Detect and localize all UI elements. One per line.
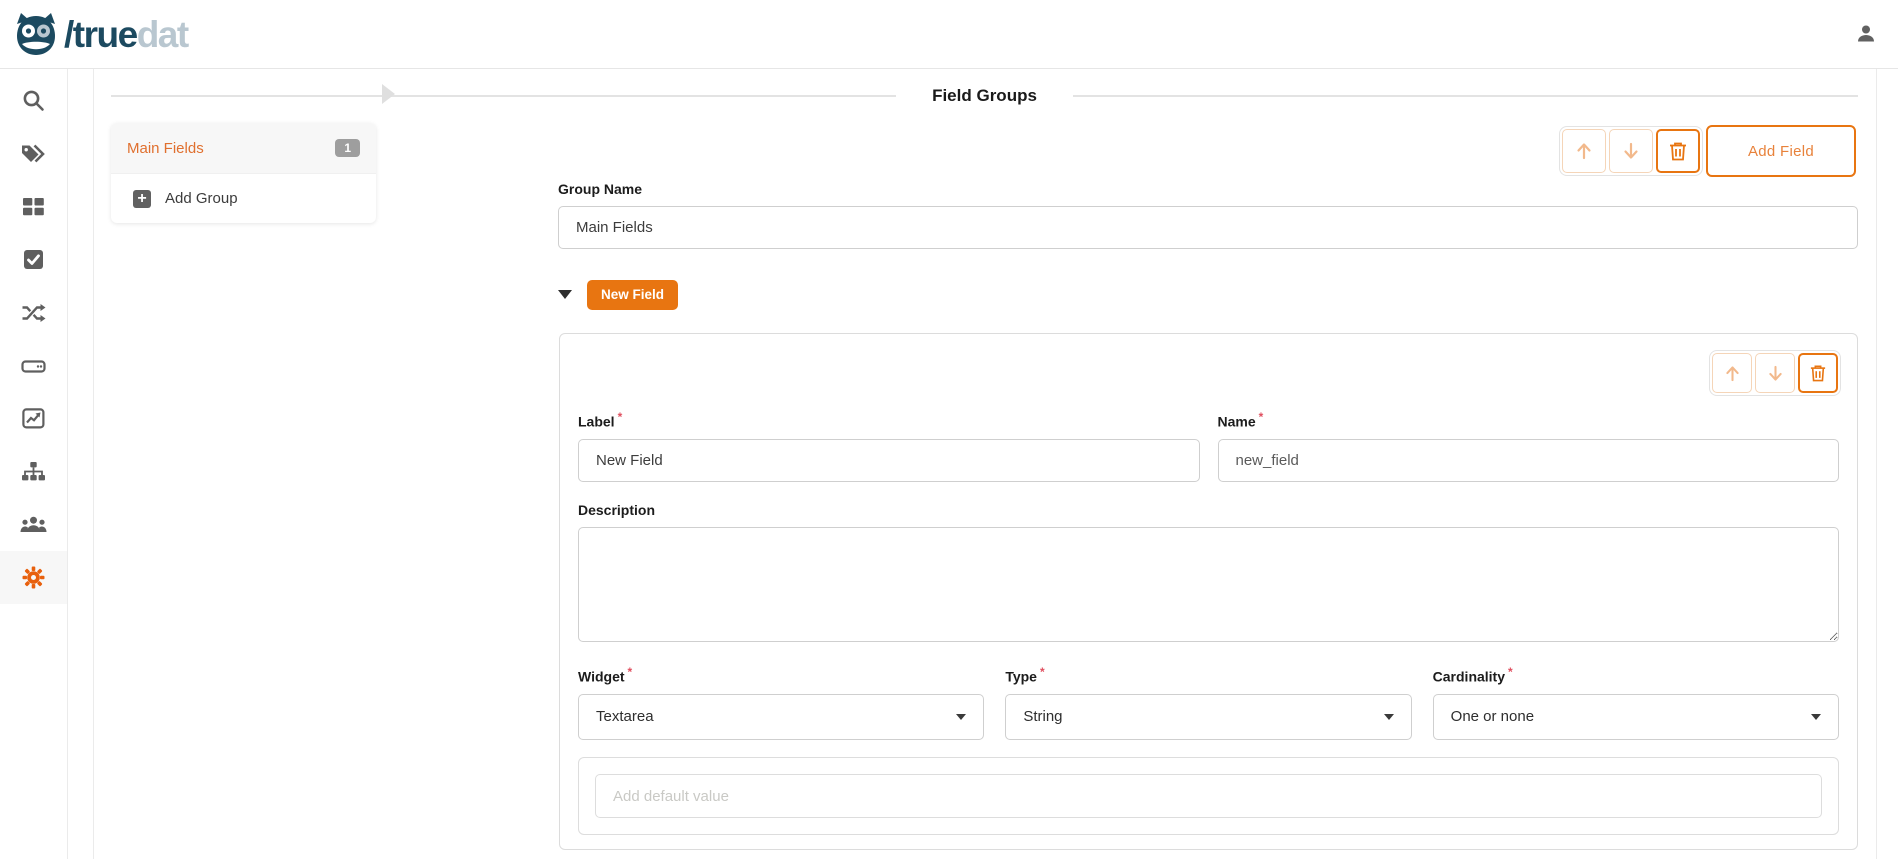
required-asterisk: *	[1508, 665, 1513, 679]
chevron-down-icon	[1384, 714, 1394, 720]
top-header: /truedat	[0, 0, 1898, 69]
group-name-input[interactable]	[558, 206, 1858, 249]
field-editor-card: Label* Name* Description Widget* Textare…	[559, 333, 1858, 850]
field-section-badge: New Field	[587, 280, 678, 310]
sidebar-item-taxonomy[interactable]	[0, 445, 67, 498]
sidebar-item-grid[interactable]	[0, 180, 67, 233]
field-name-block: Name*	[1218, 410, 1840, 482]
plus-square-icon: +	[133, 190, 151, 208]
page-title: Field Groups	[896, 86, 1073, 106]
move-field-up-button[interactable]	[1712, 353, 1752, 393]
type-block: Type* String	[1005, 665, 1411, 740]
drive-icon	[21, 357, 46, 375]
arrow-up-icon	[1576, 142, 1592, 160]
sidebar-item-rules[interactable]	[0, 233, 67, 286]
chevron-down-icon	[1811, 714, 1821, 720]
title-rule-right	[1073, 95, 1858, 97]
caret-down-icon[interactable]	[558, 290, 572, 299]
grid-icon	[22, 196, 45, 217]
default-value-group	[578, 757, 1839, 835]
field-name-input[interactable]	[1218, 439, 1840, 482]
add-group-label: Add Group	[165, 190, 238, 207]
owl-icon	[12, 11, 60, 57]
main-panel: Field Groups Main Fields 1 + Add Group	[93, 69, 1877, 859]
sidebar-item-lineage[interactable]	[0, 286, 67, 339]
widget-select[interactable]: Textarea	[578, 694, 984, 740]
sidebar-item-dashboards[interactable]	[0, 392, 67, 445]
sidebar-item-structures[interactable]	[0, 339, 67, 392]
description-block: Description	[578, 502, 1839, 647]
sidebar-item-search[interactable]	[0, 74, 67, 127]
label-name-row: Label* Name*	[578, 410, 1839, 482]
group-toolbar: Add Field	[1559, 125, 1856, 177]
widget-selected-value: Textarea	[596, 708, 654, 725]
move-field-down-button[interactable]	[1755, 353, 1795, 393]
type-selected-value: String	[1023, 708, 1062, 725]
group-name-field: Group Name	[558, 181, 1858, 249]
group-move-delete-buttons	[1559, 126, 1703, 176]
field-groups-list: Main Fields 1 + Add Group	[111, 123, 376, 223]
widget-label: Widget*	[578, 665, 984, 685]
default-value-input[interactable]	[595, 774, 1822, 818]
sidebar-item-settings[interactable]	[0, 551, 67, 604]
delete-group-button[interactable]	[1656, 129, 1700, 173]
page-title-row: Field Groups	[111, 86, 1858, 106]
label-field-label: Label*	[578, 410, 1200, 430]
field-toolbar	[1709, 350, 1841, 396]
group-item-label: Main Fields	[127, 140, 204, 157]
logo-wordmark: /truedat	[64, 16, 188, 53]
move-group-down-button[interactable]	[1609, 129, 1653, 173]
gear-icon	[22, 566, 45, 589]
arrow-down-icon	[1623, 142, 1639, 160]
required-asterisk: *	[628, 665, 633, 679]
trash-icon	[1810, 364, 1826, 382]
user-icon	[1856, 24, 1876, 44]
description-label: Description	[578, 502, 1839, 518]
widget-type-cardinality-row: Widget* Textarea Type* String Cardinalit…	[578, 665, 1839, 740]
field-label-block: Label*	[578, 410, 1200, 482]
group-list-item-main-fields[interactable]: Main Fields 1	[111, 123, 376, 173]
selected-group-chevron-icon	[382, 84, 395, 104]
cardinality-block: Cardinality* One or none	[1433, 665, 1839, 740]
required-asterisk: *	[1040, 665, 1045, 679]
move-group-up-button[interactable]	[1562, 129, 1606, 173]
name-field-label: Name*	[1218, 410, 1840, 430]
description-textarea[interactable]	[578, 527, 1839, 642]
cardinality-label: Cardinality*	[1433, 665, 1839, 685]
add-field-button[interactable]: Add Field	[1706, 125, 1856, 177]
search-icon	[22, 89, 45, 112]
chevron-down-icon	[956, 714, 966, 720]
add-group-button[interactable]: + Add Group	[111, 173, 376, 223]
shuffle-icon	[21, 303, 46, 323]
type-select[interactable]: String	[1005, 694, 1411, 740]
truedat-logo[interactable]: /truedat	[12, 11, 188, 57]
type-label: Type*	[1005, 665, 1411, 685]
check-square-icon	[23, 249, 44, 270]
field-section-header: New Field	[558, 280, 678, 310]
arrow-down-icon	[1768, 365, 1783, 382]
group-name-label: Group Name	[558, 181, 1858, 197]
sitemap-icon	[21, 461, 46, 482]
app: /truedat	[0, 0, 1898, 859]
users-icon	[20, 515, 47, 534]
title-rule-left	[111, 95, 896, 97]
cardinality-select[interactable]: One or none	[1433, 694, 1839, 740]
required-asterisk: *	[618, 410, 623, 424]
arrow-up-icon	[1725, 365, 1740, 382]
chart-line-icon	[22, 408, 45, 429]
sidebar-item-permissions[interactable]	[0, 498, 67, 551]
tags-icon	[21, 143, 46, 165]
field-label-input[interactable]	[578, 439, 1200, 482]
widget-block: Widget* Textarea	[578, 665, 984, 740]
required-asterisk: *	[1259, 410, 1264, 424]
user-menu-button[interactable]	[1852, 20, 1880, 48]
trash-icon	[1669, 141, 1687, 161]
delete-field-button[interactable]	[1798, 353, 1838, 393]
field-move-delete-buttons	[1709, 350, 1841, 396]
group-field-count-badge: 1	[335, 139, 360, 157]
sidebar-item-tags[interactable]	[0, 127, 67, 180]
cardinality-selected-value: One or none	[1451, 708, 1534, 725]
sidebar-nav	[0, 69, 68, 859]
